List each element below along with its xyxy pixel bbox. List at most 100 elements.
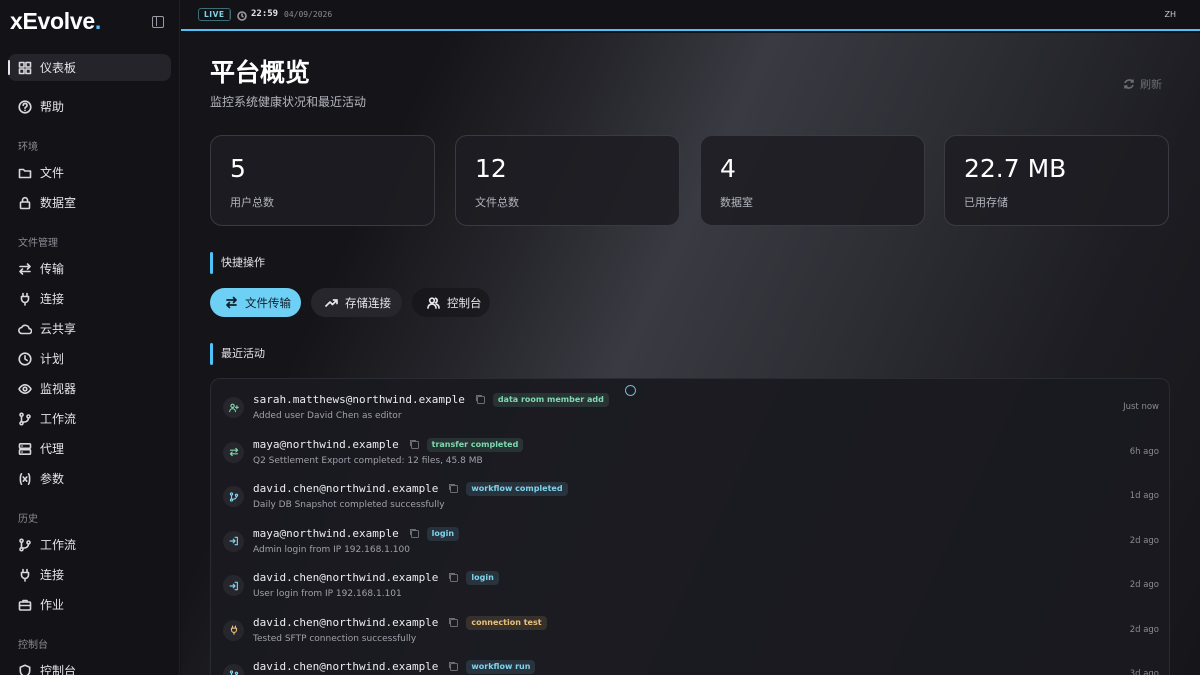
copy-icon[interactable] xyxy=(450,574,459,582)
briefcase-icon xyxy=(18,599,32,611)
activity-row[interactable]: david.chen@northwind.example workflow com… xyxy=(211,474,1171,518)
activity-tag: transfer completed xyxy=(426,437,524,452)
sidebar-item-lock[interactable]: 数据室 xyxy=(8,189,171,216)
storage-connection-button[interactable]: 存储连接 xyxy=(311,288,402,317)
quick-actions-heading: 快捷操作 xyxy=(210,252,265,274)
sidebar-item-workflow[interactable]: 工作流 xyxy=(8,531,171,558)
activity-time: 6h ago xyxy=(1129,446,1159,457)
console-label: 控制台 xyxy=(447,295,482,310)
activity-row[interactable]: david.chen@northwind.example login User lo… xyxy=(211,563,1171,607)
sidebar-item-label: 帮助 xyxy=(40,100,65,114)
sidebar-item-folder[interactable]: 文件 xyxy=(8,159,171,186)
activity-time: 2d ago xyxy=(1129,580,1159,590)
workflow-icon xyxy=(229,669,238,675)
sidebar-item-clock[interactable]: 计划 xyxy=(8,345,171,372)
sidebar-item-label: 工作流 xyxy=(40,412,77,426)
shield-icon xyxy=(19,664,31,675)
recent-activity-heading: 最近活动 xyxy=(210,343,265,365)
sidebar-item-label: 传输 xyxy=(40,262,65,276)
divider xyxy=(229,9,230,21)
activity-user: maya@northwind.example xyxy=(253,437,399,451)
sidebar-item-transfer[interactable]: 传输 xyxy=(8,255,171,282)
sidebar-item-plug[interactable]: 连接 xyxy=(8,561,171,588)
copy-icon[interactable] xyxy=(476,396,485,404)
lock-icon xyxy=(19,196,31,209)
copy-icon[interactable] xyxy=(450,618,459,627)
current-time: 22:59 xyxy=(251,9,279,19)
activity-row[interactable]: maya@northwind.example login Admin login f… xyxy=(211,519,1171,563)
storage-connection-label: 存储连接 xyxy=(345,295,391,310)
workflow-icon xyxy=(19,537,31,551)
workflow-icon xyxy=(19,411,31,425)
sidebar-item-plug[interactable]: 连接 xyxy=(8,285,171,312)
activity-tag: workflow run xyxy=(466,660,536,674)
refresh-button[interactable]: 刷新 xyxy=(1123,76,1162,92)
activity-description: User login from IP 192.168.1.101 xyxy=(253,589,402,599)
activity-user: david.chen@northwind.example xyxy=(253,571,439,584)
activity-row[interactable]: david.chen@northwind.example connection t… xyxy=(211,608,1171,652)
language-switch[interactable]: ZH xyxy=(1165,10,1177,19)
login-icon xyxy=(229,581,238,590)
sidebar-item-eye[interactable]: 监视器 xyxy=(8,375,171,402)
activity-row[interactable]: david.chen@northwind.example workflow run… xyxy=(211,652,1171,675)
activity-user: david.chen@northwind.example xyxy=(253,482,439,495)
activity-avatar xyxy=(223,486,244,507)
page-subtitle: 监控系统健康状况和最近活动 xyxy=(210,95,367,109)
sidebar-item-briefcase[interactable]: 作业 xyxy=(8,591,171,618)
activity-user: sarah.matthews@northwind.example xyxy=(253,393,465,406)
activity-row[interactable]: sarah.matthews@northwind.example data roo… xyxy=(211,385,1171,429)
transfer-icon xyxy=(19,262,31,275)
help-icon xyxy=(18,99,32,114)
sidebar-item-server[interactable]: 代理 xyxy=(8,435,171,462)
copy-icon[interactable] xyxy=(450,663,459,671)
sidebar-item-label: 控制台 xyxy=(40,664,77,675)
stat-value: 4 xyxy=(720,154,736,183)
activity-description: Daily DB Snapshot completed successfully xyxy=(253,500,445,510)
activity-time: 1d ago xyxy=(1129,491,1159,501)
sidebar-section-title: 控制台 xyxy=(18,640,48,651)
activity-tag: login xyxy=(466,571,499,585)
sidebar-item-workflow[interactable]: 工作流 xyxy=(8,405,171,432)
sidebar-collapse-icon[interactable] xyxy=(152,16,164,28)
sidebar-item-0[interactable]: 仪表板 xyxy=(8,54,171,81)
activity-user: david.chen@northwind.example xyxy=(253,660,439,673)
server-icon xyxy=(18,442,32,455)
copy-icon[interactable] xyxy=(410,440,419,449)
plug-icon xyxy=(20,568,30,582)
sidebar-item-label: 作业 xyxy=(40,598,65,612)
sidebar-item-label: 仪表板 xyxy=(40,61,77,75)
top-bar: LIVE 22:59 04/09/2026 ZH xyxy=(181,0,1200,31)
sidebar: xEvolve. 仪表板 帮助 环境 文件 数据室 文件管理 传输 连接 云共享 计划 监视器 工作流… xyxy=(0,0,180,675)
activity-avatar xyxy=(223,575,244,596)
console-button[interactable]: 控制台 xyxy=(412,288,490,317)
sidebar-item-shield[interactable]: 控制台 xyxy=(8,657,171,675)
sidebar-item-label: 云共享 xyxy=(40,322,77,336)
stat-value: 22.7 MB xyxy=(964,154,1067,183)
brand-logo[interactable]: xEvolve. xyxy=(10,8,101,35)
stat-value: 5 xyxy=(230,154,246,183)
activity-tag: workflow completed xyxy=(466,482,568,496)
activity-description: Added user David Chen as editor xyxy=(253,411,402,421)
sidebar-item-cloud[interactable]: 云共享 xyxy=(8,315,171,342)
stat-card-datarooms: 4 数据室 xyxy=(700,135,925,226)
copy-icon[interactable] xyxy=(410,529,419,538)
trending-up-icon xyxy=(325,299,338,307)
activity-user: maya@northwind.example xyxy=(253,526,399,540)
sidebar-item-label: 监视器 xyxy=(40,382,77,396)
cloud-icon xyxy=(18,324,32,334)
activity-user: david.chen@northwind.example xyxy=(253,615,439,629)
file-transfer-button[interactable]: 文件传输 xyxy=(210,288,301,317)
activity-description: Admin login from IP 192.168.1.100 xyxy=(253,544,410,555)
stat-label: 已用存储 xyxy=(964,196,1008,209)
sidebar-item-variable[interactable]: 参数 xyxy=(8,465,171,492)
current-date: 04/09/2026 xyxy=(284,10,333,19)
activity-avatar xyxy=(223,441,244,463)
copy-icon[interactable] xyxy=(450,485,459,493)
user-plus-icon xyxy=(228,403,239,412)
activity-time: 2d ago xyxy=(1129,624,1159,635)
folder-icon xyxy=(18,168,32,178)
activity-row[interactable]: maya@northwind.example transfer completed… xyxy=(211,430,1171,474)
activity-tag: connection test xyxy=(466,615,547,630)
sidebar-item-1[interactable]: 帮助 xyxy=(8,93,171,120)
users-icon xyxy=(427,297,440,309)
